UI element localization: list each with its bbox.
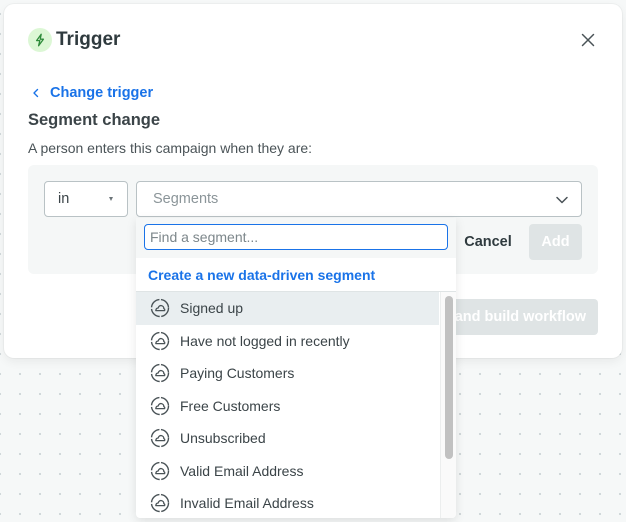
data-segment-icon: [149, 330, 171, 352]
segment-list-item[interactable]: Free Customers: [136, 390, 439, 423]
segment-list-item[interactable]: Unsubscribed: [136, 422, 439, 455]
chevron-left-icon: [32, 88, 40, 98]
data-segment-icon: [149, 297, 171, 319]
segment-list-item[interactable]: Signed up: [136, 292, 439, 325]
segment-label: Valid Email Address: [180, 462, 304, 479]
segment-label: Free Customers: [180, 397, 281, 414]
segment-list: Signed up Have not logged in recently Pa…: [136, 292, 456, 518]
data-segment-icon: [149, 460, 171, 482]
operator-select[interactable]: in: [44, 181, 128, 217]
search-wrapper: [136, 218, 456, 258]
scrollbar[interactable]: [440, 292, 456, 518]
modal-title: Trigger: [56, 29, 121, 50]
close-icon: [581, 33, 595, 47]
segment-list-item[interactable]: Have not logged in recently: [136, 325, 439, 358]
change-trigger-label: Change trigger: [50, 85, 154, 101]
close-button[interactable]: [580, 32, 596, 48]
add-button[interactable]: Add: [529, 224, 582, 260]
segment-label: Paying Customers: [180, 365, 295, 382]
modal-header: Trigger: [28, 28, 120, 52]
change-trigger-link[interactable]: Change trigger: [32, 85, 153, 101]
data-segment-icon: [149, 427, 171, 449]
create-segment-link[interactable]: Create a new data-driven segment: [136, 258, 456, 292]
segment-label: Invalid Email Address: [180, 495, 314, 512]
caret-down-icon: [109, 197, 113, 201]
segment-list-item[interactable]: Valid Email Address: [136, 455, 439, 488]
segment-list-item[interactable]: Invalid Email Address: [136, 487, 439, 518]
segment-dropdown: Create a new data-driven segment Signed …: [136, 218, 456, 518]
section-title: Segment change: [28, 111, 161, 129]
segments-select[interactable]: Segments: [136, 181, 582, 217]
segment-label: Unsubscribed: [180, 430, 266, 447]
segment-list-item[interactable]: Paying Customers: [136, 357, 439, 390]
data-segment-icon: [149, 395, 171, 417]
chevron-down-icon: [555, 193, 569, 211]
section-description: A person enters this campaign when they …: [28, 140, 313, 156]
cancel-button[interactable]: Cancel: [458, 225, 518, 259]
data-segment-icon: [149, 492, 171, 514]
segment-label: Have not logged in recently: [180, 332, 350, 349]
find-segment-input[interactable]: [144, 224, 448, 250]
lightning-bolt-icon: [28, 28, 52, 52]
operator-value: in: [58, 191, 70, 207]
data-segment-icon: [149, 362, 171, 384]
segment-label: Signed up: [180, 300, 244, 317]
segments-placeholder: Segments: [153, 191, 219, 207]
scrollbar-thumb[interactable]: [445, 296, 453, 459]
